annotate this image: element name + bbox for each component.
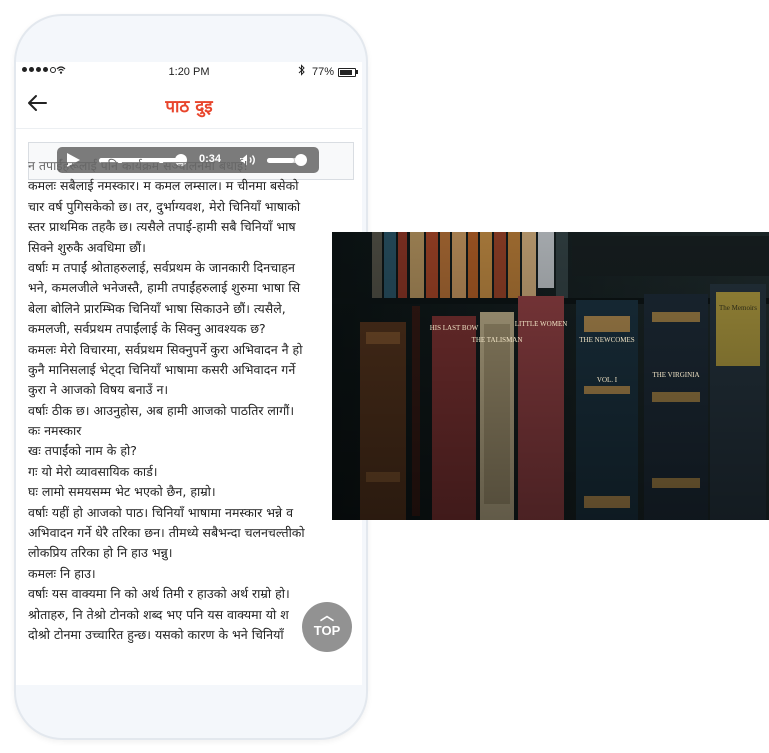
lesson-line: घः लामो समयसम्म भेट भएको छैन, हाम्रो। — [28, 484, 216, 500]
scroll-top-button[interactable]: ︿ TOP — [302, 602, 352, 652]
phone-screen: 1:20 PM 77% पाठ दुइ 0:34 न तपाईंहरूलाई प… — [16, 62, 362, 685]
battery-icon — [338, 68, 356, 77]
chevron-up-icon: ︿ — [320, 607, 334, 623]
lesson-line: वर्षाः यहीं हो आजको पाठ। चिनियाँ भाषामा … — [28, 504, 294, 520]
spine-virginians: THE VIRGINIA — [652, 371, 699, 379]
lesson-line: खः तपाईंको नाम के हो? — [28, 443, 137, 459]
lesson-line: सिक्ने शुरुकै अवधिमा छौं। — [28, 239, 146, 255]
lesson-line: स्तर प्राथमिक तहकै छ। त्यसैले तपाई-हामी … — [28, 219, 296, 235]
spine-newcomes: THE NEWCOMES — [579, 336, 635, 344]
bookshelf-photo: HIS LAST BOW THE TALISMAN LITTLE WOMEN T… — [332, 232, 769, 520]
lesson-line: अभिवादन गर्ने धेरै तरिका छन। तीमध्ये सबै… — [28, 525, 305, 541]
bluetooth-icon — [298, 64, 305, 79]
lesson-line: कमलजी, सर्वप्रथम तपाईंलाई के सिक्नु आवश्… — [28, 321, 266, 337]
spine-little-women: LITTLE WOMEN — [515, 320, 568, 328]
scroll-top-label: TOP — [313, 623, 341, 638]
lesson-text: न तपाईंहरूलाई पनि कार्यक्रम सञ्चालनमा बध… — [28, 158, 362, 645]
status-bar: 1:20 PM 77% — [16, 62, 362, 84]
lesson-line: चार वर्ष पुगिसकेको छ। तर, दुर्भाग्यवश, म… — [28, 198, 301, 214]
spine-his-last-bow: HIS LAST BOW — [430, 324, 479, 332]
lesson-line: कुरा ने आजको विषय बनाउँ न। — [28, 382, 169, 398]
bookshelf-image: HIS LAST BOW THE TALISMAN LITTLE WOMEN T… — [332, 232, 769, 520]
status-time: 1:20 PM — [168, 66, 210, 78]
spine-memoirs: The Memoirs — [719, 304, 757, 312]
lesson-line: कमलः सबैलाई नमस्कार। म कमल लम्साल। म चीन… — [28, 178, 299, 194]
spine-vol: VOL. I — [597, 376, 618, 384]
lesson-line: वर्षाः म तपाईं श्रोताहरुलाई, सर्वप्रथम क… — [28, 259, 295, 275]
lesson-line: वर्षाः ठीक छ। आउनुहोस, अब हामी आजको पाठत… — [28, 402, 295, 418]
app-header: पाठ दुइ — [16, 84, 362, 129]
battery-tip — [356, 70, 358, 74]
spine-talisman: THE TALISMAN — [472, 336, 523, 344]
lesson-line: भने, कमलजीले भनेजस्तै, हामी तपाईंहरुलाई … — [28, 280, 301, 296]
page-title: पाठ दुइ — [165, 97, 213, 117]
lesson-line: कमलः नि हाउ। — [28, 565, 96, 581]
lesson-line: कमलः मेरो विचारमा, सर्वप्रथम सिक्नुपर्ने… — [28, 341, 303, 357]
lesson-line: कः नमस्कार — [28, 423, 82, 439]
lesson-line: न तपाईंहरूलाई पनि कार्यक्रम सञ्चालनमा बध… — [28, 158, 249, 173]
lesson-line: कुनै मानिसलाई भेट्दा चिनियाँ भाषामा कसरी… — [28, 361, 296, 377]
lesson-line: बेला बोलिने प्रारम्भिक चिनियाँ भाषा सिका… — [28, 300, 286, 316]
battery-percent: 77% — [312, 66, 335, 78]
lesson-line: लोकप्रिय तरिका हो नि हाउ भन्नु। — [28, 545, 173, 561]
lesson-line: वर्षाः यस वाक्यमा नि को अर्थ तिमी र हाउक… — [28, 586, 290, 602]
lesson-line: गः यो मेरो व्यावसायिक कार्ड। — [28, 463, 158, 479]
battery-level — [340, 70, 353, 75]
